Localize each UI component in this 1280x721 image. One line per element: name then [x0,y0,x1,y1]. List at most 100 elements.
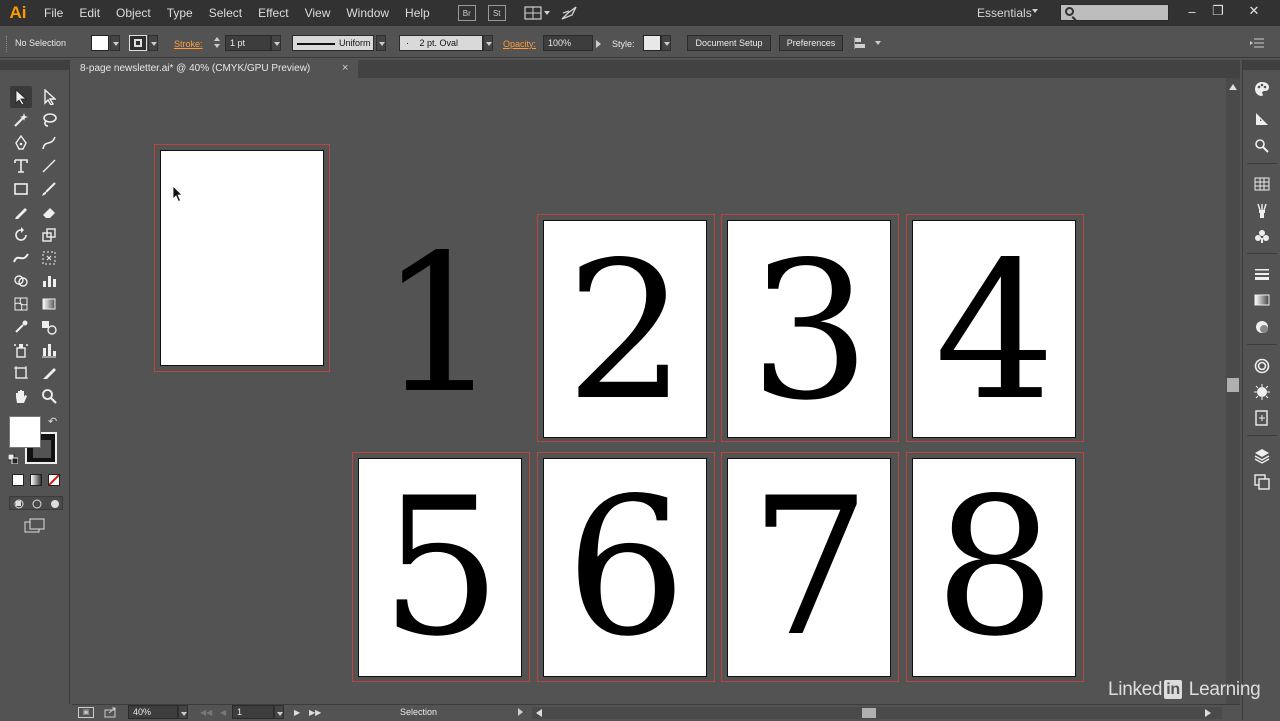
symbols-panel-icon[interactable] [1251,225,1273,247]
menu-type[interactable]: Type [159,0,201,26]
artboard-navigation-dropdown[interactable] [274,705,284,719]
canvas[interactable]: 1 2 3 4 5 6 7 8 [72,78,1226,704]
stroke-color-dropdown[interactable] [148,35,158,51]
last-artboard-icon[interactable]: ▶▶ [309,708,321,717]
menu-window[interactable]: Window [338,0,397,26]
eyedropper-tool-icon[interactable] [10,316,32,338]
tools-panel-header[interactable] [0,60,70,70]
artboard-navigation-field[interactable]: 1 [232,705,274,719]
transparency-panel-icon[interactable] [1251,316,1273,338]
panel-grip[interactable] [6,36,8,52]
zoom-level-field[interactable]: 40% [128,705,178,719]
type-tool-icon[interactable] [10,155,32,177]
line-segment-tool-icon[interactable] [38,155,60,177]
artboard-2[interactable]: 2 [543,220,707,438]
stroke-label[interactable]: Stroke: [174,39,203,49]
swap-fill-stroke-icon[interactable]: ↶ [48,415,57,428]
align-icon[interactable] [853,36,870,52]
column-graph-tool-icon[interactable] [38,339,60,361]
brushes-panel-icon[interactable] [1251,200,1273,222]
scroll-up-icon[interactable] [1229,84,1237,90]
stock-button[interactable]: St [487,5,506,21]
menu-edit[interactable]: Edit [71,0,108,26]
workspace-caret-icon[interactable] [1032,9,1038,13]
fill-swatch[interactable] [9,416,41,448]
mesh-tool-icon[interactable] [10,293,32,315]
preferences-button[interactable]: Preferences [779,35,843,51]
share-icon[interactable] [104,707,118,718]
brush-dropdown[interactable] [483,35,493,51]
menu-object[interactable]: Object [108,0,159,26]
pencil-tool-icon[interactable] [10,201,32,223]
symbol-sprayer-tool-icon[interactable] [10,339,32,361]
scroll-left-icon[interactable] [536,709,542,717]
bridge-button[interactable]: Br [457,5,476,21]
width-tool-icon[interactable] [10,247,32,269]
artboard-tool-icon[interactable] [10,362,32,384]
scroll-right-icon[interactable] [1205,709,1211,717]
first-artboard-icon[interactable]: ◀◀ [200,708,212,717]
zoom-tool-icon[interactable] [38,385,60,407]
document-tab[interactable]: 8-page newsletter.ai* @ 40% (CMYK/GPU Pr… [72,60,358,78]
curvature-tool-icon[interactable] [38,132,60,154]
graph-tool-icon[interactable] [38,270,60,292]
scale-tool-icon[interactable] [38,224,60,246]
drawing-mode-icon[interactable] [9,496,63,510]
direct-selection-tool-icon[interactable] [38,86,60,108]
appearance-panel-icon[interactable] [1251,355,1273,377]
zoom-dropdown[interactable] [178,705,188,719]
gradient-tool-icon[interactable] [38,293,60,315]
stroke-profile-dropdown[interactable] [376,35,386,51]
stroke-weight-field[interactable]: 1 pt [225,35,271,51]
close-document-icon[interactable]: × [342,62,348,74]
horizontal-scroll-thumb[interactable] [862,708,876,718]
arrange-documents-icon[interactable] [524,6,550,20]
shape-builder-tool-icon[interactable] [10,270,32,292]
artboard-5[interactable]: 5 [358,458,522,677]
magic-wand-tool-icon[interactable] [10,109,32,131]
help-search-input[interactable] [1060,4,1169,21]
rotate-tool-icon[interactable] [10,224,32,246]
artboard-blank[interactable] [160,150,324,366]
layers-panel-icon[interactable] [1251,445,1273,467]
gpu-performance-icon[interactable] [560,5,578,21]
recolor-panel-icon[interactable] [1251,135,1273,157]
fill-dropdown[interactable] [110,35,120,51]
gradient-panel-icon[interactable] [1251,289,1273,311]
menu-select[interactable]: Select [201,0,250,26]
horizontal-scrollbar[interactable] [532,707,1222,719]
graphic-styles-panel-icon[interactable] [1251,381,1273,403]
align-dropdown-icon[interactable] [875,41,881,45]
swatches-panel-icon[interactable] [1251,173,1273,195]
color-panel-icon[interactable] [1251,78,1273,100]
pen-tool-icon[interactable] [10,132,32,154]
free-transform-tool-icon[interactable] [38,247,60,269]
brush-definition[interactable]: · 2 pt. Oval [399,35,483,51]
artboards-panel-icon[interactable] [1251,471,1273,493]
panel-menu-icon[interactable] [1250,38,1264,48]
artboard-6[interactable]: 6 [543,458,707,677]
none-mode-icon[interactable] [48,474,60,486]
stroke-weight-dropdown[interactable] [271,35,281,51]
previous-artboard-icon[interactable]: ◀ [220,708,226,717]
menu-view[interactable]: View [297,0,339,26]
graphic-style-dropdown[interactable] [661,35,671,51]
fill-color-swatch[interactable] [91,35,109,51]
paintbrush-tool-icon[interactable] [38,178,60,200]
lasso-tool-icon[interactable] [38,109,60,131]
stroke-panel-icon[interactable] [1251,263,1273,285]
next-artboard-icon[interactable]: ▶ [294,708,300,717]
hand-tool-icon[interactable] [10,385,32,407]
artboard-8[interactable]: 8 [912,458,1076,677]
vertical-scroll-thumb[interactable] [1227,378,1239,392]
document-setup-button[interactable]: Document Setup [687,35,771,51]
close-button[interactable]: ✕ [1244,2,1264,20]
color-guide-panel-icon[interactable] [1251,108,1273,130]
variable-width-profile[interactable]: Uniform [292,35,374,51]
color-mode-icon[interactable] [12,474,24,486]
gpu-status-icon[interactable]: ▣ [78,707,94,718]
opacity-slider-arrow-icon[interactable] [596,40,601,48]
align-panel-icon[interactable] [1251,407,1273,429]
default-fill-stroke-icon[interactable] [7,453,19,465]
screen-mode-icon[interactable] [24,518,46,534]
